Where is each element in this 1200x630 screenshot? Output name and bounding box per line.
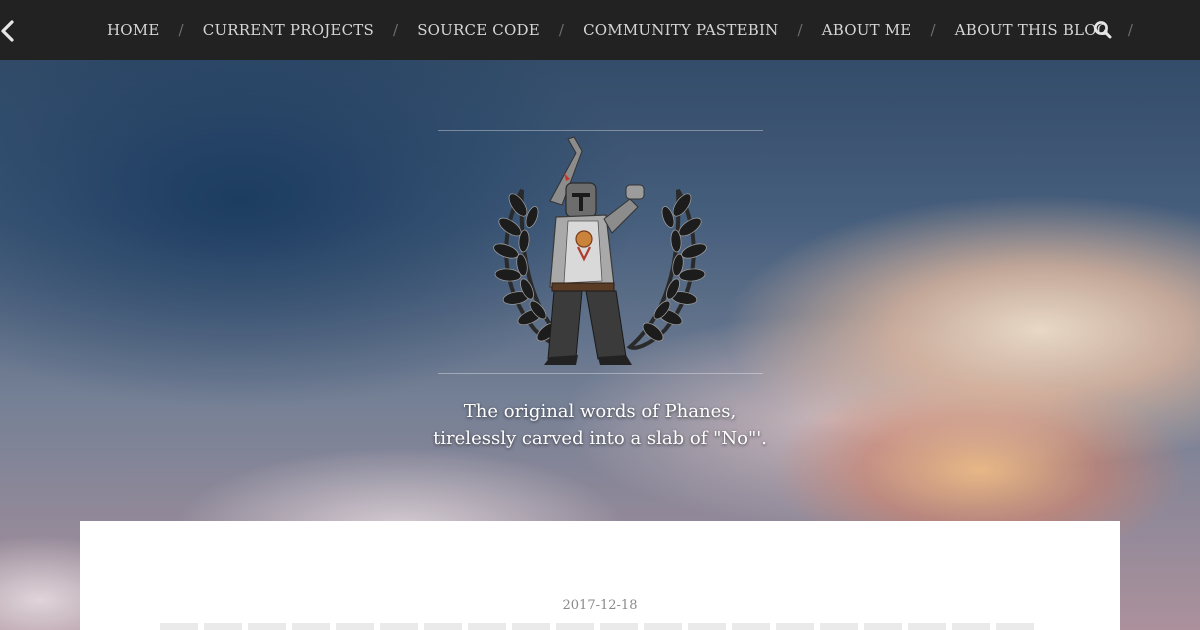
site-tagline: The original words of Phanes, tirelessly… (340, 398, 860, 452)
tagline-line-2: tirelessly carved into a slab of "No"'. (433, 428, 767, 449)
chevron-left-icon[interactable] (0, 18, 20, 44)
nav-separator: / (178, 21, 184, 39)
nav-item-about-this-blog[interactable]: ABOUT THIS BLOG (955, 21, 1109, 39)
nav-item-current-projects[interactable]: CURRENT PROJECTS (203, 21, 374, 39)
nav-menu: HOME / CURRENT PROJECTS / SOURCE CODE / … (107, 0, 1152, 60)
logo-top-rule (438, 130, 763, 131)
knight-laurel-logo[interactable] (490, 135, 710, 367)
nav-item-source-code[interactable]: SOURCE CODE (417, 21, 540, 39)
post-title-cropped (160, 623, 1040, 630)
nav-separator: / (797, 21, 803, 39)
post-date[interactable]: 2017-12-18 (80, 598, 1120, 613)
top-navigation: HOME / CURRENT PROJECTS / SOURCE CODE / … (0, 0, 1200, 60)
blog-page: HOME / CURRENT PROJECTS / SOURCE CODE / … (0, 0, 1200, 630)
nav-separator: / (930, 21, 936, 39)
nav-separator: / (558, 21, 565, 39)
nav-item-community-pastebin[interactable]: COMMUNITY PASTEBIN (583, 21, 778, 39)
search-icon[interactable] (1093, 20, 1113, 40)
post-card: 2017-12-18 (80, 521, 1120, 630)
logo-bottom-rule (438, 373, 763, 374)
nav-item-about-me[interactable]: ABOUT ME (822, 21, 912, 39)
tagline-line-1: The original words of Phanes, (463, 401, 737, 422)
nav-item-home[interactable]: HOME (107, 21, 160, 39)
nav-separator: / (1127, 21, 1134, 39)
nav-separator: / (392, 21, 399, 39)
